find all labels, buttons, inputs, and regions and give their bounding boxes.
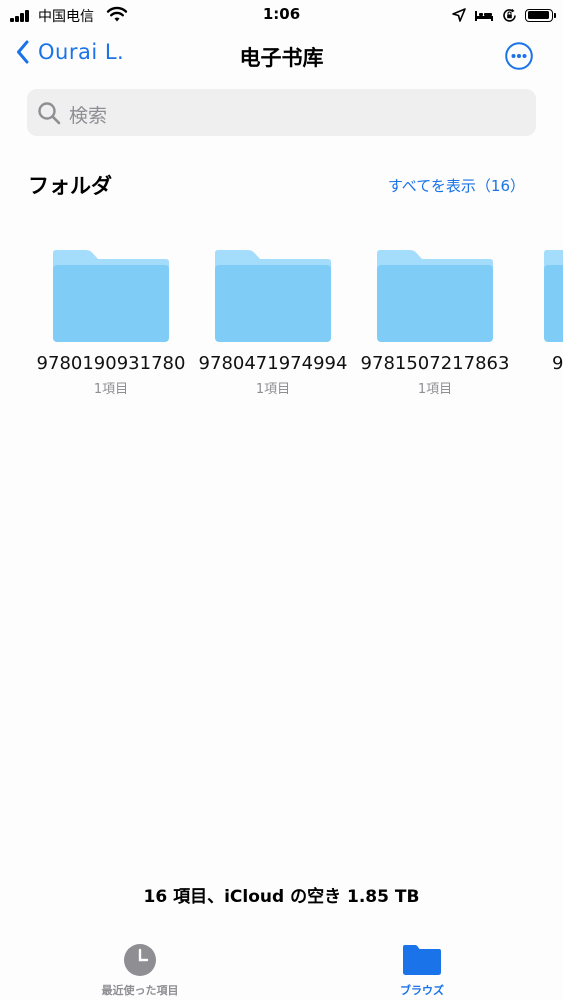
folder-name: 978 bbox=[552, 353, 563, 374]
tab-browse[interactable]: ブラウズ bbox=[362, 943, 482, 998]
bed-icon bbox=[475, 11, 493, 21]
folder-icon bbox=[544, 250, 563, 342]
folder-icon bbox=[403, 945, 441, 975]
folder-item-count: 1項目 bbox=[93, 382, 129, 397]
orientation-lock-icon bbox=[503, 8, 516, 22]
folder-item-count: 1項目 bbox=[255, 382, 291, 397]
search-icon bbox=[38, 102, 61, 125]
folder-name: 9780190931780 bbox=[36, 353, 186, 374]
tab-browse-label: ブラウズ bbox=[400, 984, 444, 997]
location-arrow-icon bbox=[452, 8, 466, 22]
navigation-bar: Ourai L. 电子书库 bbox=[0, 36, 563, 80]
page-title: 电子书库 bbox=[239, 46, 324, 70]
clock-icon bbox=[124, 944, 156, 976]
folder-item-count: 1項目 bbox=[417, 382, 453, 397]
folders-section-title: フォルダ bbox=[28, 174, 112, 198]
more-options-icon[interactable] bbox=[505, 42, 533, 70]
search-placeholder: 検索 bbox=[69, 105, 108, 127]
tab-bar: 最近使った項目 ブラウズ bbox=[0, 935, 563, 1000]
storage-info: 16 項目、iCloud の空き 1.85 TB bbox=[143, 887, 420, 907]
status-bar: 中国电信 1:06 bbox=[0, 0, 563, 30]
folder-icon bbox=[377, 250, 493, 342]
search-field[interactable]: 検索 bbox=[27, 89, 536, 136]
folder-item[interactable]: 9780190931780 1項目 bbox=[31, 250, 191, 397]
folder-item-partial[interactable]: 978 bbox=[529, 250, 563, 430]
folder-icon bbox=[53, 250, 169, 342]
battery-icon bbox=[525, 8, 556, 22]
tab-recent[interactable]: 最近使った項目 bbox=[80, 943, 200, 998]
folder-item[interactable]: 9780471974994 1項目 bbox=[193, 250, 353, 397]
folder-icon bbox=[215, 250, 331, 342]
see-all-link[interactable]: すべてを表示（16） bbox=[388, 175, 525, 196]
folder-item[interactable]: 9781507217863 1項目 bbox=[355, 250, 515, 397]
tab-recent-label: 最近使った項目 bbox=[101, 984, 179, 997]
folder-name: 9781507217863 bbox=[360, 353, 510, 374]
folder-name: 9780471974994 bbox=[198, 353, 348, 374]
